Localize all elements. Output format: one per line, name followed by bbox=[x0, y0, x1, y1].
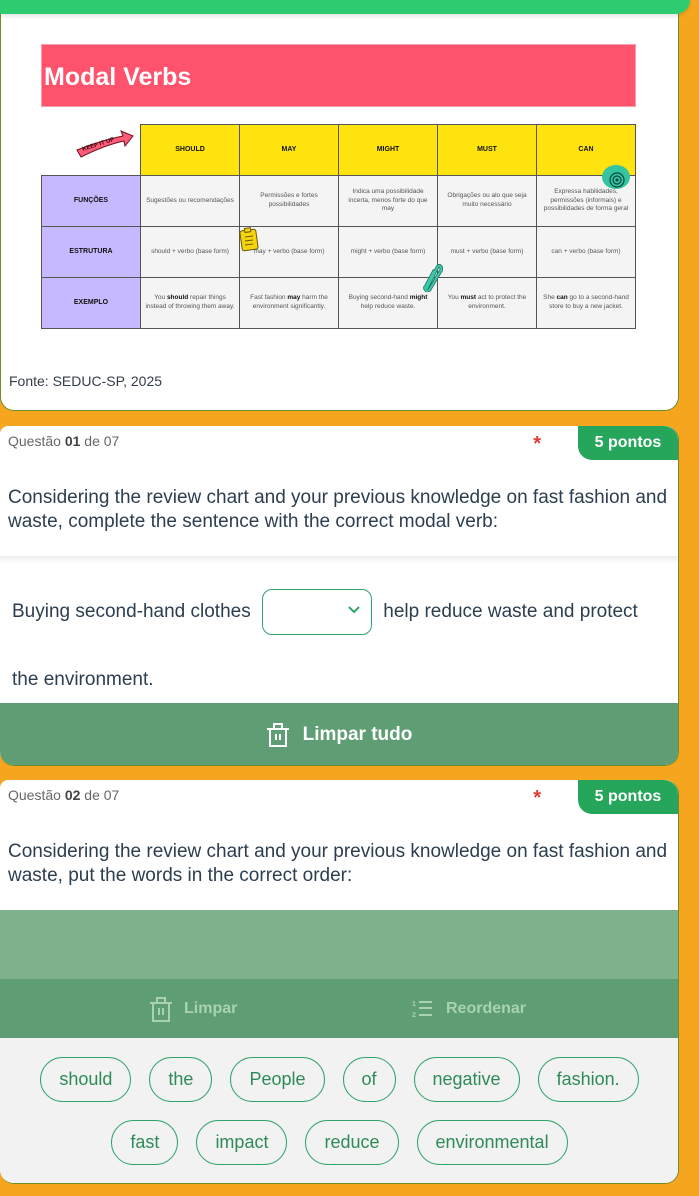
divider bbox=[0, 556, 678, 564]
question-1-card: Questão 01 de 07 * 5 pontos Considering … bbox=[0, 426, 679, 766]
question-prompt: Considering the review chart and your pr… bbox=[8, 841, 668, 886]
row-header-estrutura: ESTRUTURA bbox=[41, 226, 141, 278]
table-cell: Fast fashion may harm the environment si… bbox=[239, 277, 339, 329]
word-bank-row: fast impact reduce environmental bbox=[0, 1120, 678, 1165]
table-cell: must + verbo (base form) bbox=[437, 226, 537, 278]
required-asterisk: * bbox=[533, 787, 541, 809]
word-chip-the[interactable]: the bbox=[149, 1057, 213, 1102]
ordered-list-icon: 1 2 bbox=[412, 1000, 432, 1019]
reorder-label: Reordenar bbox=[446, 999, 527, 1017]
word-chip-negative[interactable]: negative bbox=[413, 1057, 520, 1102]
points-badge: 5 pontos bbox=[578, 426, 678, 460]
word-bank-row: should the People of negative fashion. bbox=[0, 1057, 678, 1102]
word-chip-of[interactable]: of bbox=[342, 1057, 396, 1102]
question-number-label: Questão 02 de 07 bbox=[8, 787, 120, 803]
table-row-funcoes: FUNÇÕES Sugestões ou recomendações Permi… bbox=[41, 175, 636, 227]
question-number-label: Questão 01 de 07 bbox=[8, 433, 120, 449]
svg-text:2: 2 bbox=[412, 1012, 416, 1019]
table-cell: You should repair things instead of thro… bbox=[140, 277, 240, 329]
svg-text:1: 1 bbox=[412, 1001, 416, 1008]
row-header-exemplo: EXEMPLO bbox=[41, 277, 141, 329]
clear-button[interactable]: Limpar bbox=[150, 979, 237, 1038]
column-header-must: MUST bbox=[437, 124, 537, 176]
keep-it-up-sticker-icon: KEEP IT UP bbox=[76, 130, 134, 158]
required-asterisk: * bbox=[533, 433, 541, 455]
table-cell: can + verbo (base form) bbox=[536, 226, 636, 278]
points-badge: 5 pontos bbox=[578, 780, 678, 814]
word-chip-fashion[interactable]: fashion. bbox=[537, 1057, 639, 1102]
top-progress-bar bbox=[0, 0, 690, 14]
row-header-funcoes: FUNÇÕES bbox=[41, 175, 141, 227]
clipboard-sticker-icon bbox=[239, 227, 259, 252]
question-2-card: Questão 02 de 07 * 5 pontos Considering … bbox=[0, 780, 679, 1184]
table-cell: should + verbo (base form) bbox=[140, 226, 240, 278]
clear-all-button[interactable]: Limpar tudo bbox=[0, 703, 678, 765]
word-chip-reduce[interactable]: reduce bbox=[305, 1120, 399, 1165]
clear-label: Limpar bbox=[184, 999, 238, 1017]
word-chip-environmental[interactable]: environmental bbox=[416, 1120, 568, 1165]
table-row-estrutura: ESTRUTURA should + verbo (base form) may… bbox=[41, 226, 636, 278]
chart-title-banner: Modal Verbs bbox=[41, 44, 636, 107]
question-prompt: Considering the review chart and your pr… bbox=[8, 487, 668, 532]
paperclip-sticker-icon bbox=[423, 263, 443, 292]
table-cell: You must act to protect the environment. bbox=[437, 277, 537, 329]
table-row-exemplo: EXEMPLO You should repair things instead… bbox=[41, 277, 636, 329]
fill-in-sentence: Buying second-hand clothes help reduce w… bbox=[12, 578, 662, 714]
table-cell: Sugestões ou recomendações bbox=[140, 175, 240, 227]
word-chip-impact[interactable]: impact bbox=[196, 1120, 288, 1165]
trash-icon bbox=[266, 722, 289, 747]
modal-verb-select[interactable] bbox=[262, 588, 372, 635]
target-sticker-icon bbox=[602, 165, 630, 189]
reorder-button[interactable]: 1 2 Reordenar bbox=[412, 979, 526, 1038]
column-header-may: MAY bbox=[239, 124, 339, 176]
review-chart-card: Modal Verbs SHOULD MAY MIGHT MUST CAN FU… bbox=[0, 0, 679, 411]
table-cell: She can go to a second-hand store to buy… bbox=[536, 277, 636, 329]
answer-drop-zone[interactable] bbox=[0, 910, 678, 979]
column-header-should: SHOULD bbox=[140, 124, 240, 176]
table-cell: Indica uma possibilidade incerta, menos … bbox=[338, 175, 438, 227]
source-caption: Fonte: SEDUC-SP, 2025 bbox=[9, 373, 163, 389]
word-bank: should the People of negative fashion. f… bbox=[0, 1038, 678, 1183]
trash-icon bbox=[150, 996, 172, 1022]
word-chip-should[interactable]: should bbox=[40, 1057, 132, 1102]
word-chip-fast[interactable]: fast bbox=[111, 1120, 179, 1165]
ordering-toolbar: Limpar 1 2 Reordenar bbox=[0, 979, 678, 1038]
column-header-might: MIGHT bbox=[338, 124, 438, 176]
word-chip-people[interactable]: People bbox=[230, 1057, 325, 1102]
chevron-down-icon bbox=[348, 606, 360, 614]
sentence-start: Buying second-hand clothes bbox=[12, 601, 251, 622]
table-cell: Obrigações ou alo que seja muito necessá… bbox=[437, 175, 537, 227]
clear-all-label: Limpar tudo bbox=[302, 723, 413, 745]
table-cell: Permissões e fortes possibilidades bbox=[239, 175, 339, 227]
